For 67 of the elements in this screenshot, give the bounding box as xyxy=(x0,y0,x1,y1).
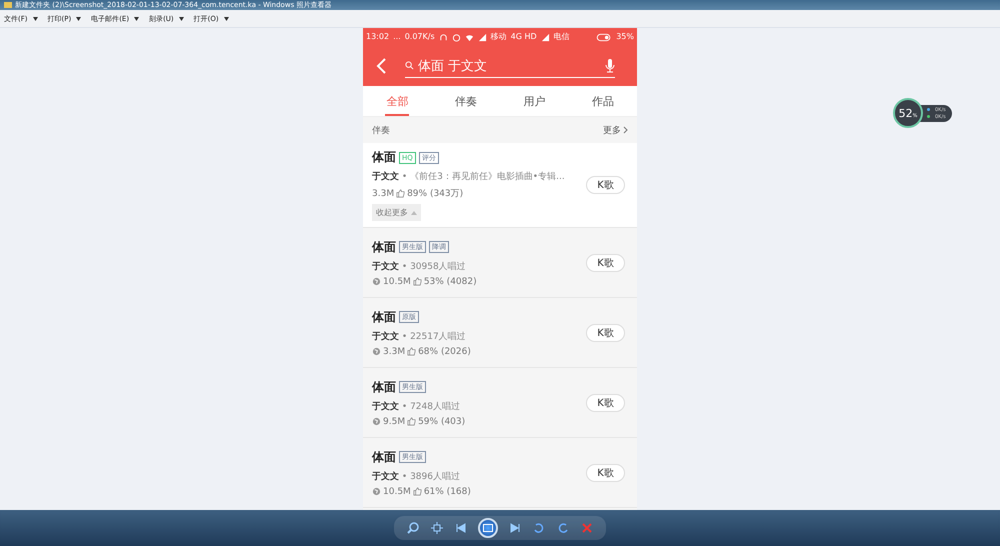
sing-button[interactable]: K歌 xyxy=(586,176,625,194)
wifi-icon xyxy=(464,32,474,42)
song-title: 体面 xyxy=(372,149,396,166)
battery-percent: 35% xyxy=(616,32,634,42)
more-link[interactable]: 更多 xyxy=(603,124,628,136)
search-icon xyxy=(405,61,414,70)
next-button[interactable] xyxy=(508,521,522,535)
play-count: 10.5M xyxy=(383,486,411,496)
chevron-icon xyxy=(623,126,628,134)
song-subtitle: 于文文 • 30958人唱过 xyxy=(372,260,467,272)
song-subtitle: 于文文 • 7248人唱过 xyxy=(372,400,461,412)
rotate-right-button[interactable] xyxy=(556,521,570,535)
status-dots: ... xyxy=(393,32,401,42)
sing-button[interactable]: K歌 xyxy=(586,324,625,342)
song-title: 体面 xyxy=(372,238,396,256)
caret-icon xyxy=(224,16,229,20)
network-speed: 0.07K/s xyxy=(404,32,435,42)
like-rate: 68% (2026) xyxy=(418,346,471,356)
tab[interactable]: 作品 xyxy=(568,86,637,116)
caret-icon xyxy=(32,16,38,20)
like-rate: 59% (403) xyxy=(418,416,466,426)
like-rate: 61% (168) xyxy=(424,486,471,496)
song-subtitle: 于文文 • 22517人唱过 xyxy=(372,330,467,342)
thumbs-up-icon xyxy=(412,277,422,286)
rotate-left-button[interactable] xyxy=(532,521,546,535)
play-count: 3.3M xyxy=(383,346,406,356)
sing-button[interactable]: K歌 xyxy=(586,254,625,272)
battery-icon xyxy=(596,32,612,42)
caret-icon xyxy=(178,16,184,20)
tab[interactable]: 用户 xyxy=(500,86,568,116)
song-title: 体面 xyxy=(372,448,396,466)
song-subtitle: 于文文 • 《前任3：再见前任》电影插曲•专辑... xyxy=(372,170,566,183)
song-title: 体面 xyxy=(372,308,396,326)
caret-icon xyxy=(76,16,82,20)
previous-button[interactable] xyxy=(454,521,468,535)
play-count: 3.3M xyxy=(372,188,394,198)
status-time: 13:02 xyxy=(366,32,390,42)
thumbs-up-icon xyxy=(407,347,416,356)
zoom-button[interactable] xyxy=(406,521,420,535)
signal-icon xyxy=(540,32,550,42)
microphone-icon[interactable] xyxy=(605,58,615,72)
signal-icon xyxy=(478,32,487,42)
like-rate: 53% (4082) xyxy=(424,276,477,286)
tab[interactable]: 全部 xyxy=(363,86,432,116)
play-count: 10.5M xyxy=(383,276,411,286)
sing-button[interactable]: K歌 xyxy=(586,394,625,412)
song-title: 体面 xyxy=(372,378,396,396)
section-title: 伴奏 xyxy=(372,124,390,136)
song-subtitle: 于文文 • 3896人唱过 xyxy=(372,470,461,482)
tab[interactable]: 伴奏 xyxy=(432,86,500,116)
fit-button[interactable] xyxy=(430,521,444,535)
sing-button[interactable]: K歌 xyxy=(586,464,625,482)
caret-icon xyxy=(134,16,140,20)
headphones-icon xyxy=(438,32,448,42)
slideshow-button[interactable] xyxy=(478,518,498,538)
slideshow-icon xyxy=(483,524,493,532)
app-icon xyxy=(4,1,12,9)
thumbs-up-icon xyxy=(407,417,416,426)
network-type: 4G HD xyxy=(510,32,537,42)
thumbs-up-icon xyxy=(396,189,406,198)
caret-icon xyxy=(411,210,417,214)
carrier-name: 电信 xyxy=(554,32,570,42)
thumbs-up-icon xyxy=(412,487,422,496)
like-rate: 89% (343万) xyxy=(407,188,464,200)
play-count: 9.5M xyxy=(383,416,406,426)
collapse-button[interactable]: 收起更多 xyxy=(372,204,421,221)
carrier-name: 移动 xyxy=(490,32,507,42)
